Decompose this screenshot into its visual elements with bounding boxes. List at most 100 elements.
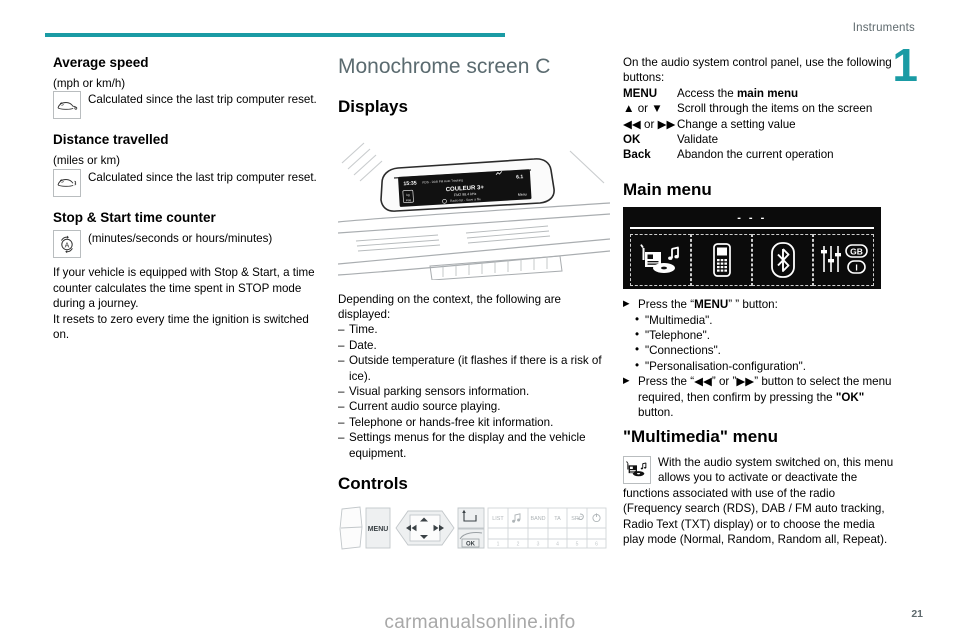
distance-travelled-text: Calculated since the last trip computer …	[88, 170, 317, 184]
table-row: ▲ or ▼ Scroll through the items on the s…	[623, 101, 895, 116]
list-item: Date.	[338, 338, 610, 354]
key-ok: OK	[623, 133, 641, 147]
main-menu-tile-multimedia[interactable]	[630, 234, 691, 287]
list-item: "Telephone".	[635, 327, 895, 343]
svg-text:mpg: mpg	[406, 198, 412, 201]
main-menu-screen: - - - GB I	[623, 207, 881, 290]
main-menu-dashes: - - -	[737, 212, 767, 225]
settings-sliders-icon: GB I	[820, 244, 868, 275]
stop-start-row: A (minutes/seconds or hours/minutes)	[53, 230, 325, 259]
svg-text:1: 1	[497, 542, 500, 548]
multimedia-description: With the audio system switched on, this …	[623, 455, 894, 546]
page-title: Monochrome screen C	[338, 55, 551, 78]
list-item: "Personalisation-configuration".	[635, 358, 895, 374]
step-press-menu-bold: MENU	[694, 298, 729, 312]
car-distance-icon	[53, 168, 81, 197]
main-menu-option-list: "Multimedia". "Telephone". "Connections"…	[635, 312, 895, 375]
key-back: Back	[623, 148, 651, 162]
table-row: Back Abandon the current operation	[623, 147, 895, 162]
column-left: Average speed (mph or km/h) Calculated s…	[53, 55, 325, 342]
main-menu-tiles: GB I	[630, 234, 874, 287]
svg-text:3: 3	[537, 542, 540, 548]
svg-text:OK: OK	[466, 542, 476, 548]
list-item: Visual parking sensors information.	[338, 384, 610, 400]
car-average-speed-icon	[53, 91, 81, 120]
svg-text:LIST: LIST	[492, 516, 504, 522]
step-select-bold: "OK"	[835, 390, 865, 404]
svg-text:15:35: 15:35	[403, 180, 417, 187]
stop-start-a-icon: A	[53, 230, 81, 259]
step-press-menu-post: ” ” button:	[728, 298, 778, 312]
dashboard-illustration: 15:35 RDS - DAB FM Auto Tracking 6.1 COU…	[338, 125, 610, 280]
desc-bold: main menu	[736, 86, 799, 100]
list-item: "Connections".	[635, 342, 895, 358]
svg-text:Menu: Menu	[518, 192, 527, 197]
button-legend-table: MENU Access the main menu ▲ or ▼ Scroll …	[623, 86, 895, 163]
svg-text:GB: GB	[850, 247, 863, 257]
page-section-label: Instruments	[852, 22, 915, 34]
key-menu: MENU	[623, 86, 658, 100]
svg-text:TA: TA	[554, 516, 561, 522]
next-track-icon: ▶▶	[736, 375, 755, 389]
svg-text:I: I	[855, 263, 857, 273]
footer-watermark: carmanualsonline.info	[384, 612, 576, 633]
key-ok-description: Validate	[677, 133, 719, 147]
main-menu-divider	[630, 227, 874, 230]
telephone-handset-icon	[712, 243, 731, 278]
step-select-pre: Press the “	[638, 375, 695, 389]
main-menu-tile-telephone[interactable]	[691, 234, 752, 287]
displays-intro: Depending on the context, the following …	[338, 292, 562, 321]
svg-text:5: 5	[576, 542, 579, 548]
header-rule	[45, 33, 505, 37]
key-prev-next-description: Change a setting value	[677, 117, 796, 131]
table-row: ◀◀ or ▶▶ Change a setting value	[623, 117, 895, 132]
step-select-mid: ” or ”	[711, 375, 737, 389]
stop-start-units: (minutes/seconds or hours/minutes)	[88, 232, 273, 246]
multimedia-description-block: With the audio system switched on, this …	[623, 455, 895, 547]
step-press-menu: Press the “MENU” ” button:	[623, 297, 895, 312]
key-up-down: ▲ or ▼	[623, 102, 663, 116]
key-prev-next: ◀◀ or ▶▶	[623, 117, 676, 131]
list-item: Settings menus for the display and the v…	[338, 430, 610, 461]
list-item: Telephone or hands-free kit information.	[338, 415, 610, 431]
column-middle: Monochrome screen C Displays 15:35 RDS -…	[338, 55, 610, 563]
table-row: MENU Access the main menu	[623, 86, 895, 101]
distance-travelled-units: (miles or km)	[53, 154, 120, 168]
svg-text:MENU: MENU	[368, 526, 389, 533]
displays-item-list: Time. Date. Outside temperature (it flas…	[338, 322, 610, 461]
average-speed-text: Calculated since the last trip computer …	[88, 93, 317, 107]
heading-stop-start-counter: Stop & Start time counter	[53, 209, 216, 225]
step-select-end: button.	[638, 406, 674, 420]
svg-text:A: A	[65, 243, 70, 250]
step-select-menu: Press the “◀◀” or ”▶▶” button to select …	[623, 374, 895, 420]
list-item: Time.	[338, 322, 610, 338]
column-right: On the audio system control panel, use t…	[623, 55, 895, 547]
stop-start-paragraph-2: It resets to zero every time the ignitio…	[53, 312, 309, 342]
page-number: 21	[911, 608, 923, 620]
svg-text:6.1: 6.1	[516, 174, 524, 180]
main-menu-tile-personalisation[interactable]: GB I	[813, 234, 874, 287]
control-panel-illustration: MENU OK LIST BAND TA SRC 1 2 3 4 5 6	[338, 501, 610, 563]
stop-start-paragraph-1: If your vehicle is equipped with Stop & …	[53, 266, 315, 311]
heading-main-menu: Main menu	[623, 179, 712, 199]
svg-text:2: 2	[517, 542, 520, 548]
svg-text:6: 6	[595, 542, 598, 548]
heading-distance-travelled: Distance travelled	[53, 132, 169, 148]
table-row: OK Validate	[623, 132, 895, 147]
key-back-description: Abandon the current operation	[677, 148, 834, 162]
heading-multimedia-menu: "Multimedia" menu	[623, 427, 778, 447]
controls-intro: On the audio system control panel, use t…	[623, 56, 892, 85]
desc-pre: Access the	[677, 86, 737, 100]
chapter-number: 1	[892, 39, 918, 91]
main-menu-tile-connections[interactable]	[752, 234, 813, 287]
average-speed-units: (mph or km/h)	[53, 76, 126, 90]
svg-text:kg: kg	[406, 192, 410, 196]
multimedia-radio-cd-icon	[639, 244, 679, 274]
key-menu-description: Access the main menu	[677, 86, 895, 101]
svg-text:BAND: BAND	[531, 516, 546, 522]
step-press-menu-pre: Press the “	[638, 298, 695, 312]
svg-text:4: 4	[556, 542, 559, 548]
heading-average-speed: Average speed	[53, 55, 149, 70]
bluetooth-icon	[770, 242, 795, 279]
list-item: Current audio source playing.	[338, 399, 610, 415]
